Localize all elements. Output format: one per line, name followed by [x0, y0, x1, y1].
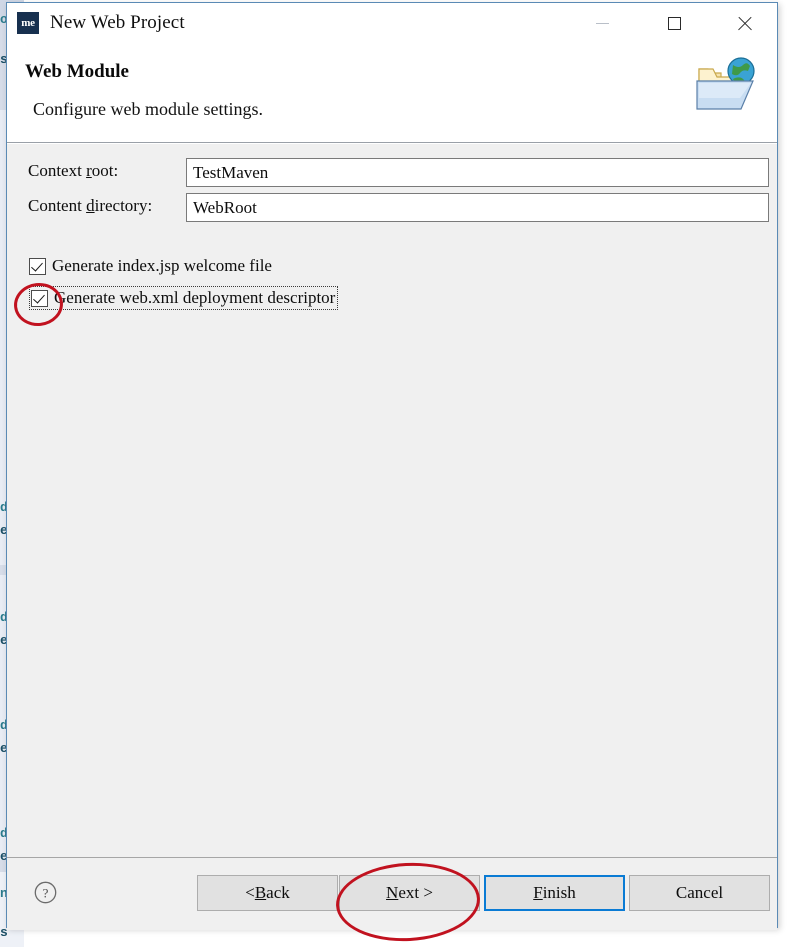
next-button-post: ext > [398, 883, 433, 902]
finish-button-post: inish [542, 883, 576, 902]
generate-index-jsp-checkbox[interactable] [29, 257, 46, 275]
generate-web-xml-checkbox-row[interactable]: Generate web.xml deployment descriptor [29, 286, 339, 310]
help-icon[interactable]: ? [34, 881, 57, 904]
context-root-label-pre: Context [28, 161, 87, 180]
generate-web-xml-checkbox[interactable] [31, 289, 48, 307]
window-title: New Web Project [50, 12, 185, 33]
finish-button[interactable]: Finish [484, 875, 625, 911]
context-root-input[interactable] [186, 158, 769, 187]
back-button[interactable]: < Back [197, 875, 338, 911]
content-directory-input[interactable] [186, 193, 769, 222]
back-button-post: ack [266, 883, 290, 902]
minimize-button[interactable] [579, 3, 625, 43]
help-glyph: ? [43, 886, 49, 901]
content-directory-label: Content directory: [28, 196, 152, 216]
next-button[interactable]: Next > [339, 875, 480, 911]
close-icon [736, 15, 753, 32]
dialog-footer: ? < Back Next > Finish Cancel [7, 857, 777, 930]
new-web-project-dialog: me New Web Project Web Module Configure … [6, 2, 778, 930]
context-root-label: Context root: [28, 161, 118, 181]
context-root-label-post: oot: [91, 161, 119, 180]
maximize-icon [667, 16, 681, 30]
generate-web-xml-label: Generate web.xml deployment descriptor [54, 288, 336, 307]
finish-button-mnemonic: F [533, 883, 543, 902]
web-folder-globe-icon [691, 51, 765, 117]
wizard-body: Context root: Content directory: Generat… [7, 143, 777, 857]
back-button-pre: < [245, 883, 255, 902]
content-directory-label-post: irectory: [94, 196, 153, 215]
content-directory-label-pre: Content [28, 196, 87, 215]
close-button[interactable] [721, 3, 767, 43]
generate-index-jsp-label: Generate index.jsp welcome file [52, 256, 272, 275]
dialog-titlebar[interactable]: me New Web Project [7, 3, 777, 43]
maximize-button[interactable] [651, 3, 697, 43]
page-title: Web Module [25, 61, 129, 82]
back-button-mnemonic: B [254, 883, 267, 902]
generate-index-jsp-checkbox-row[interactable]: Generate index.jsp welcome file [29, 256, 272, 276]
next-button-mnemonic: N [386, 883, 399, 902]
wizard-header: Web Module Configure web module settings… [7, 43, 777, 143]
page-description: Configure web module settings. [33, 99, 263, 119]
minimize-icon [595, 22, 609, 24]
myeclipse-app-icon: me [17, 12, 39, 34]
content-directory-label-mnemonic: d [86, 196, 95, 215]
cancel-button-label: Cancel [675, 883, 724, 902]
cancel-button[interactable]: Cancel [629, 875, 770, 911]
